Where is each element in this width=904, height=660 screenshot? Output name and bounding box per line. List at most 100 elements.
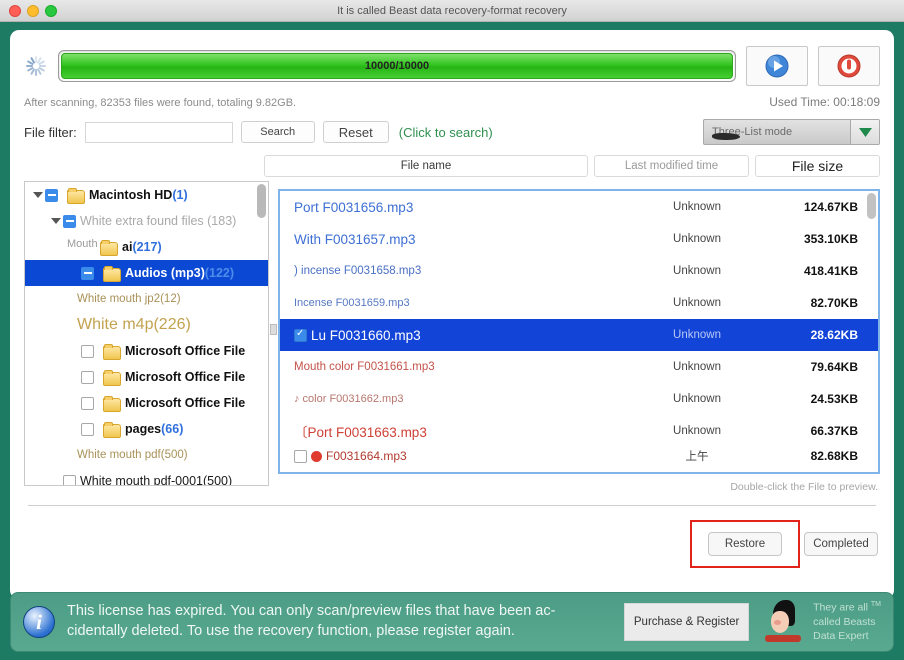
column-last-modified[interactable]: Last modified time: [594, 155, 749, 177]
file-size-cell: 418.41KB: [803, 264, 858, 278]
stop-icon: [837, 54, 861, 78]
tree-item-label: White mouth pdf(500): [77, 449, 188, 461]
file-size-cell: 79.64KB: [810, 360, 858, 374]
file-name-cell: Mouth color F0031661.mp3: [286, 361, 637, 373]
file-modified-cell: Unknown: [673, 425, 721, 437]
file-size-cell: 124.67KB: [803, 200, 858, 214]
stop-button[interactable]: [818, 46, 880, 86]
file-row[interactable]: ♪ color F0031662.mp3 Unknown 24.53KB: [280, 383, 878, 415]
scan-status-text: After scanning, 82353 files were found, …: [24, 97, 297, 109]
tree-item-checkbox[interactable]: [81, 344, 94, 358]
file-size-cell: 66.37KB: [810, 424, 858, 438]
chevron-down-icon[interactable]: [49, 218, 63, 224]
list-mode-dropdown[interactable]: Three-List mode: [703, 119, 880, 145]
file-row[interactable]: Mouth color F0031661.mp3 Unknown 79.64KB: [280, 351, 878, 383]
reset-button[interactable]: Reset: [322, 121, 389, 143]
search-button[interactable]: Search: [240, 121, 315, 143]
folder-icon: [100, 239, 118, 256]
file-list-scrollbar[interactable]: [867, 193, 877, 470]
license-message-line1: This license has expired. You can only s…: [67, 603, 556, 620]
file-name-cell: ♪ color F0031662.mp3: [286, 393, 637, 405]
collapse-toggle-icon[interactable]: [63, 214, 76, 228]
folder-icon: [67, 187, 85, 204]
tree-item-label: Microsoft Office File: [125, 344, 246, 358]
file-filter-input[interactable]: [84, 121, 233, 143]
tree-item-label: ai: [122, 240, 133, 254]
file-row[interactable]: F0031664.mp3 上午 82.68KB: [280, 447, 878, 465]
tree-item-pages[interactable]: pages (66): [25, 416, 268, 442]
mascot-line-1: They are all TM: [813, 601, 881, 614]
tree-item-count: (66): [161, 422, 184, 436]
file-name-text: With F0031657.mp3: [294, 231, 416, 247]
click-to-search-hint: (Click to search): [398, 124, 493, 140]
tree-item-checkbox[interactable]: [81, 396, 94, 410]
file-modified-cell: Unknown: [673, 361, 721, 373]
chevron-down-icon[interactable]: [31, 192, 45, 198]
tree-item-count: (122): [204, 266, 235, 280]
tree-item-label: pages: [125, 422, 162, 436]
file-row-checkbox[interactable]: [294, 328, 307, 342]
chevron-down-icon[interactable]: [850, 120, 879, 144]
file-name-cell: With F0031657.mp3: [286, 232, 637, 247]
file-row[interactable]: Lu F0031660.mp3 Unknown 28.62KB: [280, 319, 878, 351]
file-name-text: Incense F0031659.mp3: [294, 297, 410, 309]
progress-fill: 10000/10000: [61, 53, 733, 79]
info-icon: i: [23, 606, 55, 638]
file-row[interactable]: With F0031657.mp3 Unknown 353.10KB: [280, 223, 878, 255]
tree-item-ms-office-file-1[interactable]: Microsoft Office File: [25, 338, 268, 364]
tree-item-ms-office-file-3[interactable]: Microsoft Office File: [25, 390, 268, 416]
column-file-size[interactable]: File size: [755, 155, 880, 177]
main-card: 10000/10000 After scanning, 82353 files …: [10, 30, 894, 599]
file-list: Port F0031656.mp3 Unknown 124.67KB With F00…: [280, 191, 878, 472]
trademark-symbol: TM: [870, 601, 881, 609]
file-row[interactable]: 〔Port F0031663.mp3 Unknown 66.37KB: [280, 415, 878, 447]
tree-item-checkbox[interactable]: [81, 370, 94, 384]
file-name-text: F0031664.mp3: [326, 449, 407, 463]
tree-item-label: Audios (mp3): [125, 266, 205, 280]
mascot-line-3: Data Expert: [813, 630, 869, 643]
file-modified-cell: Unknown: [673, 265, 721, 277]
beast-mascot-icon: [761, 600, 807, 644]
completed-button[interactable]: Completed: [804, 532, 878, 556]
tree-item-audios-mp3[interactable]: Audios (mp3) (122): [25, 260, 268, 286]
file-modified-cell: 上午: [685, 451, 709, 463]
column-file-name[interactable]: File name: [264, 155, 588, 177]
file-modified-cell: Unknown: [673, 201, 721, 213]
collapse-toggle-icon[interactable]: [45, 188, 58, 202]
tree-item-checkbox[interactable]: [63, 474, 76, 485]
license-message: This license has expired. You can only s…: [67, 602, 612, 641]
tree-item-white-mouth-jp2[interactable]: White mouth jp2(12): [25, 286, 268, 312]
tree-item-white-mouth-pdf[interactable]: White mouth pdf(500): [25, 442, 268, 468]
file-modified-cell: Unknown: [673, 329, 721, 341]
folder-icon: [103, 369, 121, 386]
app-window: It is called Beast data recovery-format …: [0, 0, 904, 660]
file-name-cell: Port F0031656.mp3: [286, 200, 637, 215]
tree-item-checkbox[interactable]: [81, 422, 94, 436]
restore-button[interactable]: Restore: [708, 532, 782, 556]
status-row: After scanning, 82353 files were found, …: [10, 86, 894, 109]
tree-item-white-m4p[interactable]: White m4p(226): [25, 312, 268, 338]
file-row[interactable]: Incense F0031659.mp3 Unknown 82.70KB: [280, 287, 878, 319]
file-size-cell: 28.62KB: [810, 328, 858, 342]
purchase-register-button[interactable]: Purchase & Register: [624, 603, 750, 641]
ghost-text-artifact: Mouth: [67, 238, 98, 250]
tree-item-white-extra-found-files[interactable]: White extra found files (183): [25, 208, 268, 234]
tree-item-white-mouth-pdf-0001[interactable]: White mouth pdf-0001(500): [25, 468, 268, 485]
file-row[interactable]: ) incense F0031658.mp3 Unknown 418.41KB: [280, 255, 878, 287]
tree-item-ms-office-file-2[interactable]: Microsoft Office File: [25, 364, 268, 390]
pane-splitter[interactable]: [269, 181, 278, 477]
tree-item-ai[interactable]: ai (217) Mouth: [25, 234, 268, 260]
file-row-checkbox[interactable]: [294, 449, 307, 463]
tree-item-count: (217): [132, 240, 162, 254]
file-size-cell: 82.68KB: [810, 449, 858, 463]
play-button[interactable]: [746, 46, 808, 86]
tree-item-count: (1): [172, 188, 188, 202]
file-list-scrollbar-thumb[interactable]: [867, 193, 876, 219]
collapse-toggle-icon[interactable]: [81, 266, 94, 280]
tree-item-macintosh-hd[interactable]: Macintosh HD (1): [25, 182, 268, 208]
file-row[interactable]: Port F0031656.mp3 Unknown 124.67KB: [280, 191, 878, 223]
folder-icon: [103, 343, 121, 360]
file-size-cell: 82.70KB: [810, 296, 858, 310]
play-icon: [765, 54, 789, 78]
tree-item-label: Macintosh HD: [89, 188, 173, 202]
